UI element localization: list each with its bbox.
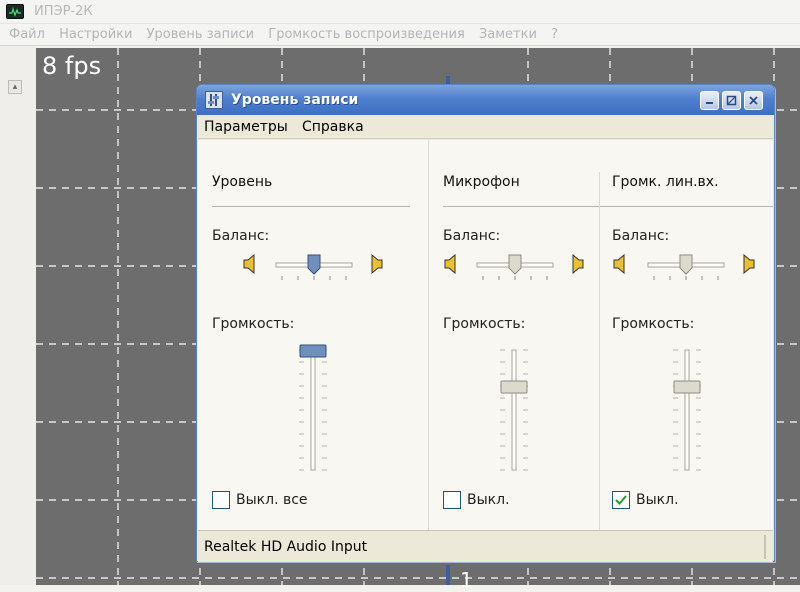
menu-playback-volume[interactable]: Громкость воспроизведения [263,24,470,42]
balance-slider[interactable] [475,254,555,284]
volume-label: Громкость: [212,316,295,332]
app-title: ИПЭР-2К [34,4,93,19]
balance-thumb[interactable] [508,254,522,275]
speaker-right-icon [572,254,584,274]
channel-title: Микрофон [443,174,520,190]
checkmark-icon [615,495,627,505]
volume-thumb[interactable] [673,380,701,394]
channel-line-in: Громк. лин.вх. Баланс: Громкость: Выкл. [600,140,773,530]
mute-all-label: Выкл. все [236,492,308,508]
mute-label: Выкл. [636,492,679,508]
status-device-name: Realtek HD Audio Input [204,539,368,555]
balance-slider[interactable] [274,254,354,284]
speaker-right-icon [743,254,755,274]
minimize-icon [706,102,713,104]
recording-level-dialog: Уровень записи Параметры Справка Уровень [196,84,775,562]
dialog-titlebar[interactable]: Уровень записи [197,85,774,115]
status-grip [764,535,766,559]
app-titlebar: ИПЭР-2К [0,0,800,24]
channel-microphone: Микрофон Баланс: Громкость: Выкл. [429,140,773,530]
restore-icon [726,95,737,106]
fps-readout: 8 fps [42,52,102,80]
balance-label: Баланс: [212,228,270,244]
balance-slider[interactable] [646,254,726,284]
volume-label: Громкость: [612,316,695,332]
volume-slider[interactable] [288,342,338,482]
mixer-icon [205,91,223,109]
menu-record-level[interactable]: Уровень записи [142,24,260,42]
menu-help[interactable]: ? [546,24,563,42]
close-icon [749,96,758,105]
speaker-left-icon [444,254,456,274]
balance-label: Баланс: [443,228,501,244]
speaker-left-icon [243,254,255,274]
mute-checkbox[interactable] [443,491,461,509]
menu-parameters[interactable]: Параметры [198,115,292,135]
balance-thumb[interactable] [307,254,321,275]
oscilloscope-icon [6,4,24,19]
mute-checkbox[interactable] [612,491,630,509]
speaker-left-icon [613,254,625,274]
collapse-button[interactable]: ▴ [8,80,22,94]
volume-thumb[interactable] [500,380,528,394]
volume-label: Громкость: [443,316,526,332]
mixer-body: Уровень Баланс: Громкость: Выкл. все Мик… [198,140,773,530]
volume-slider[interactable] [489,342,539,482]
mute-all-checkbox[interactable] [212,491,230,509]
channel-title: Громк. лин.вх. [612,174,719,190]
minimize-button[interactable] [700,91,719,110]
maximize-button[interactable] [722,91,741,110]
channel-master: Уровень Баланс: Громкость: Выкл. все [198,140,428,530]
balance-label: Баланс: [612,228,670,244]
dialog-menubar: Параметры Справка [198,115,773,139]
channel-title: Уровень [212,174,273,190]
speaker-right-icon [371,254,383,274]
menu-settings[interactable]: Настройки [54,24,137,42]
status-bar: Realtek HD Audio Input [198,530,773,562]
balance-thumb[interactable] [679,254,693,275]
scope-bottom-label: 1 [460,568,473,592]
dialog-title: Уровень записи [231,92,359,108]
app-menubar: Файл Настройки Уровень записи Громкость … [0,24,800,46]
scope-side-strip: ▴ [0,46,36,585]
channel-title-divider [212,206,410,207]
menu-help-dialog[interactable]: Справка [296,115,368,135]
scope-center-marker-bottom [446,565,450,585]
close-button[interactable] [744,91,763,110]
volume-slider[interactable] [662,342,712,482]
mute-label: Выкл. [467,492,510,508]
menu-file[interactable]: Файл [4,24,50,42]
menu-notes[interactable]: Заметки [474,24,542,42]
volume-thumb[interactable] [299,344,327,358]
